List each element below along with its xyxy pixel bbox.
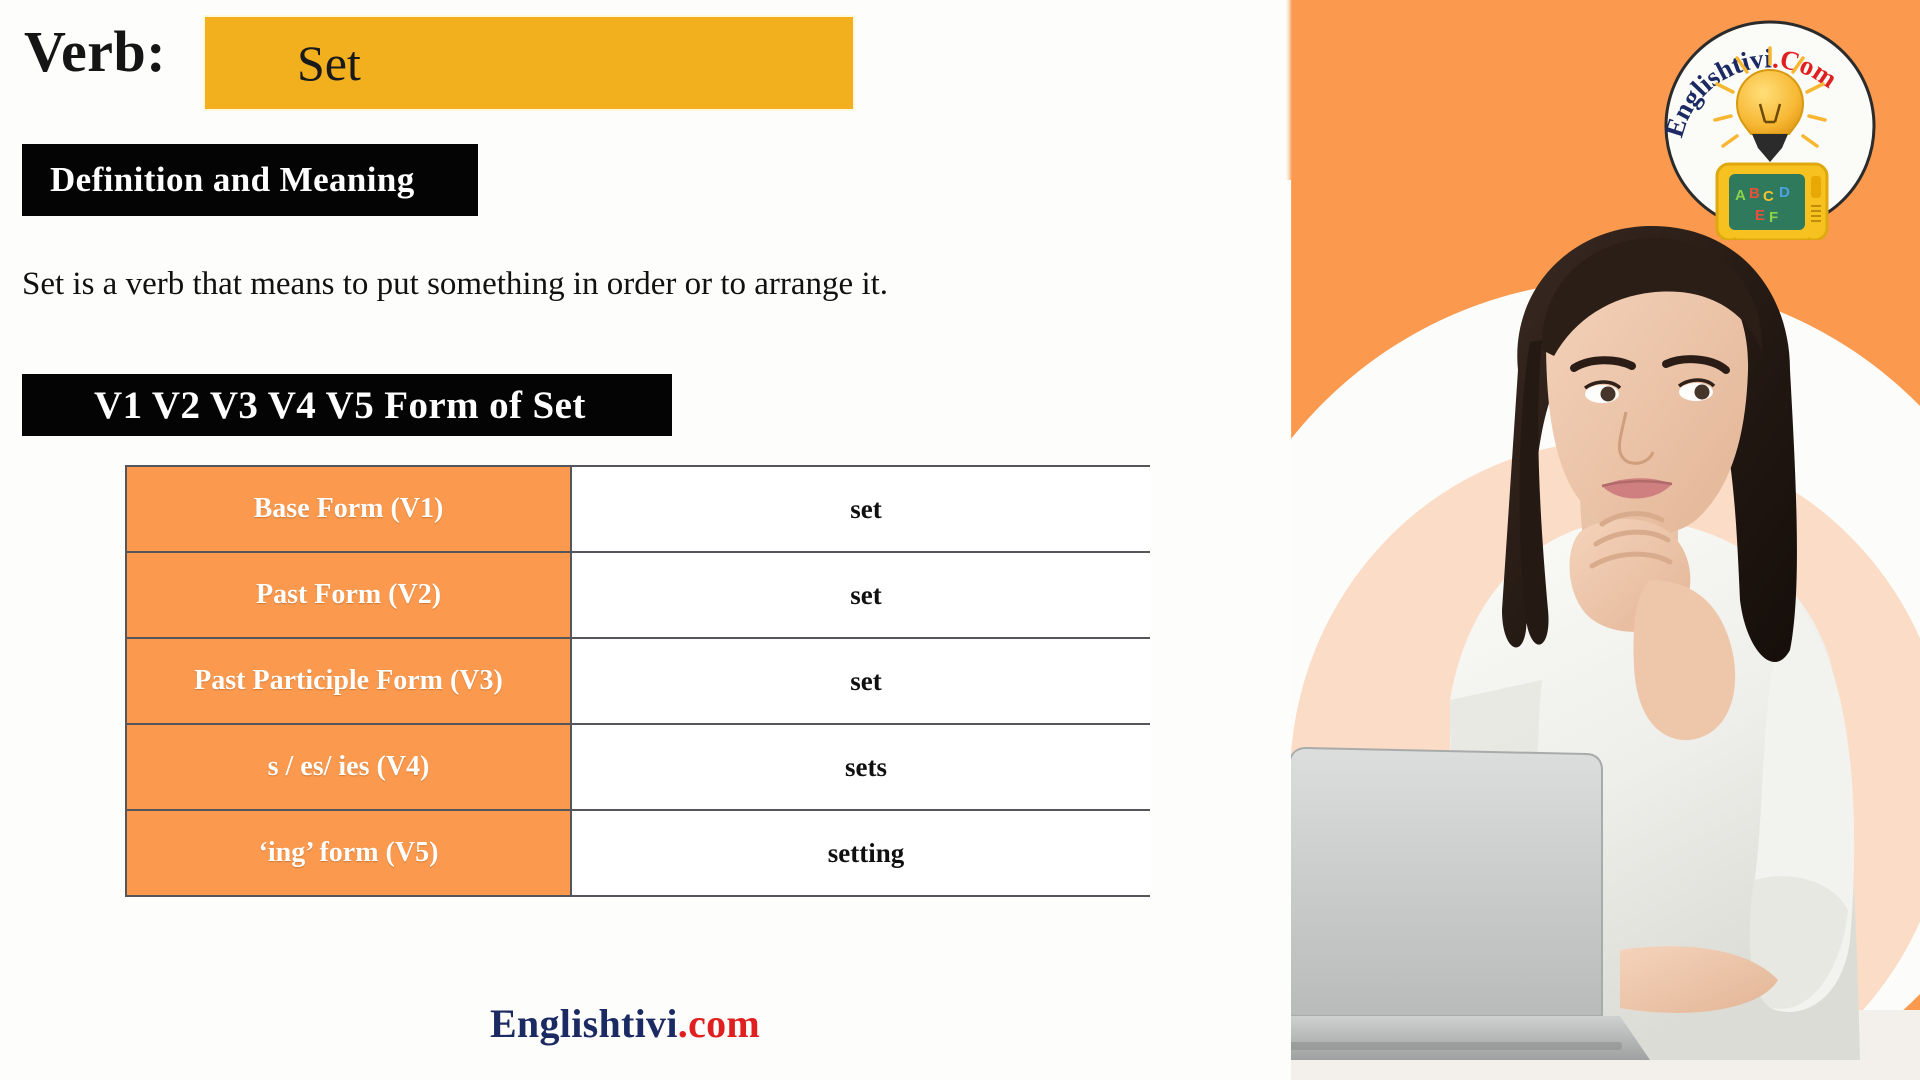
footer-brand-name: Englishtivi bbox=[489, 1001, 678, 1046]
table-row: Past Participle Form (V3) set bbox=[125, 637, 1162, 725]
form-label: s / es/ ies (V4) bbox=[125, 723, 572, 811]
form-label: ‘ing’ form (V5) bbox=[125, 809, 572, 897]
form-label: Past Participle Form (V3) bbox=[125, 637, 572, 725]
table-row: Base Form (V1) set bbox=[125, 465, 1162, 553]
form-value: setting bbox=[570, 809, 1162, 897]
svg-text:A: A bbox=[1735, 187, 1746, 204]
verb-highlight-box: Set bbox=[205, 17, 853, 109]
verb-value: Set bbox=[297, 35, 361, 91]
form-value: set bbox=[570, 637, 1162, 725]
verb-label: Verb: bbox=[24, 19, 167, 84]
svg-text:C: C bbox=[1763, 188, 1774, 205]
svg-text:D: D bbox=[1779, 184, 1790, 201]
form-label: Past Form (V2) bbox=[125, 551, 572, 639]
footer-brand: Englishtivi.com bbox=[0, 1000, 1250, 1047]
svg-text:E: E bbox=[1755, 207, 1765, 224]
table-row: ‘ing’ form (V5) setting bbox=[125, 809, 1162, 897]
svg-text:F: F bbox=[1769, 209, 1778, 226]
woman-thinking-with-laptop-photo bbox=[1150, 180, 1920, 1080]
definition-text: Set is a verb that means to put somethin… bbox=[22, 266, 889, 302]
lightbulb-icon bbox=[1735, 68, 1805, 135]
table-row: s / es/ ies (V4) sets bbox=[125, 723, 1162, 811]
form-value: set bbox=[570, 551, 1162, 639]
englishtivi-logo-badge[interactable]: Englishtivi.Com A B C D E F bbox=[1655, 12, 1885, 240]
form-label: Base Form (V1) bbox=[125, 465, 572, 553]
verb-forms-table: Base Form (V1) set Past Form (V2) set Pa… bbox=[125, 465, 1162, 897]
definition-banner: Definition and Meaning bbox=[22, 144, 478, 216]
table-row: Past Form (V2) set bbox=[125, 551, 1162, 639]
worksheet-page: Verb: Set Definition and Meaning Set is … bbox=[0, 0, 1920, 1080]
svg-text:B: B bbox=[1749, 185, 1760, 202]
form-value: set bbox=[570, 465, 1162, 553]
footer-brand-tld: .com bbox=[677, 1001, 761, 1046]
forms-banner: V1 V2 V3 V4 V5 Form of Set bbox=[22, 374, 672, 436]
form-value: sets bbox=[570, 723, 1162, 811]
